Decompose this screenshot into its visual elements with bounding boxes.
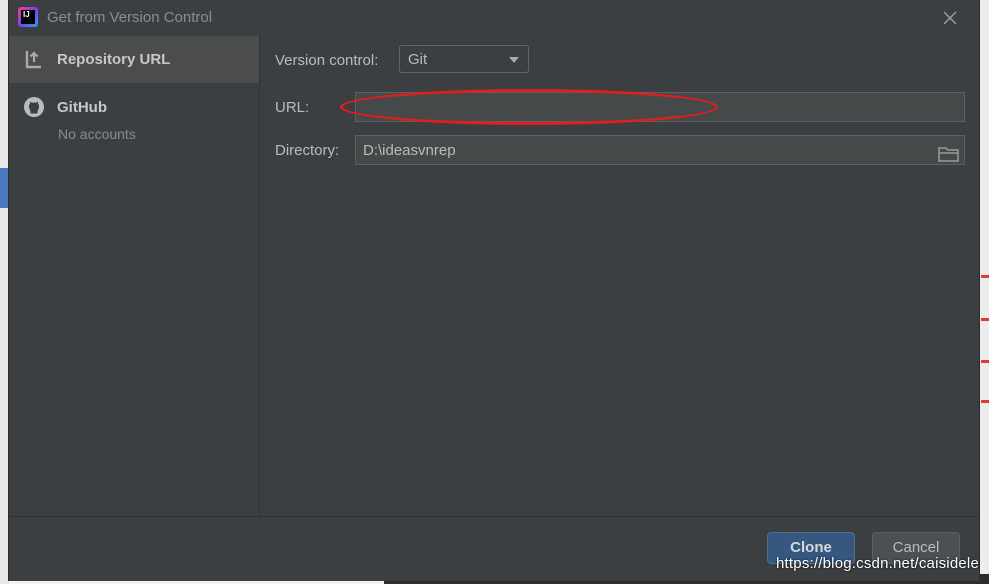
vcs-source-sidebar: Repository URL GitHub No accounts (9, 36, 260, 516)
background-app-accent (0, 168, 9, 208)
close-button[interactable] (939, 7, 961, 29)
background-app-right-edge (979, 0, 989, 584)
browse-directory-button[interactable] (937, 144, 961, 164)
folder-icon (938, 147, 959, 162)
directory-input[interactable] (355, 135, 965, 165)
url-input[interactable] (355, 92, 965, 122)
version-control-label: Version control: (275, 52, 379, 69)
chevron-down-icon (509, 57, 519, 63)
version-control-value: Git (408, 51, 428, 68)
sidebar-item-label: GitHub (57, 99, 107, 116)
screen: IJ Get from Version Control Repository U… (0, 0, 989, 584)
get-from-vcs-dialog: IJ Get from Version Control Repository U… (9, 0, 979, 581)
sidebar-item-label: Repository URL (57, 51, 171, 68)
version-control-select[interactable]: Git (399, 45, 529, 73)
url-label: URL: (275, 99, 310, 116)
sidebar-item-repository-url[interactable]: Repository URL (9, 36, 259, 83)
sidebar-item-github[interactable]: GitHub No accounts (9, 86, 259, 144)
intellij-logo-icon: IJ (18, 7, 38, 27)
vcs-branch-icon (25, 51, 41, 69)
github-icon (24, 97, 44, 117)
sidebar-item-sublabel: No accounts (58, 126, 136, 142)
title-bar: IJ Get from Version Control (9, 0, 979, 36)
repository-url-panel: Version control: Git URL: Directory: (260, 36, 979, 516)
dialog-title: Get from Version Control (47, 9, 213, 26)
directory-label: Directory: (275, 142, 340, 159)
background-app-left-edge (0, 0, 9, 584)
close-icon (943, 11, 957, 25)
watermark: https://blog.csdn.net/caisidele (776, 555, 979, 572)
